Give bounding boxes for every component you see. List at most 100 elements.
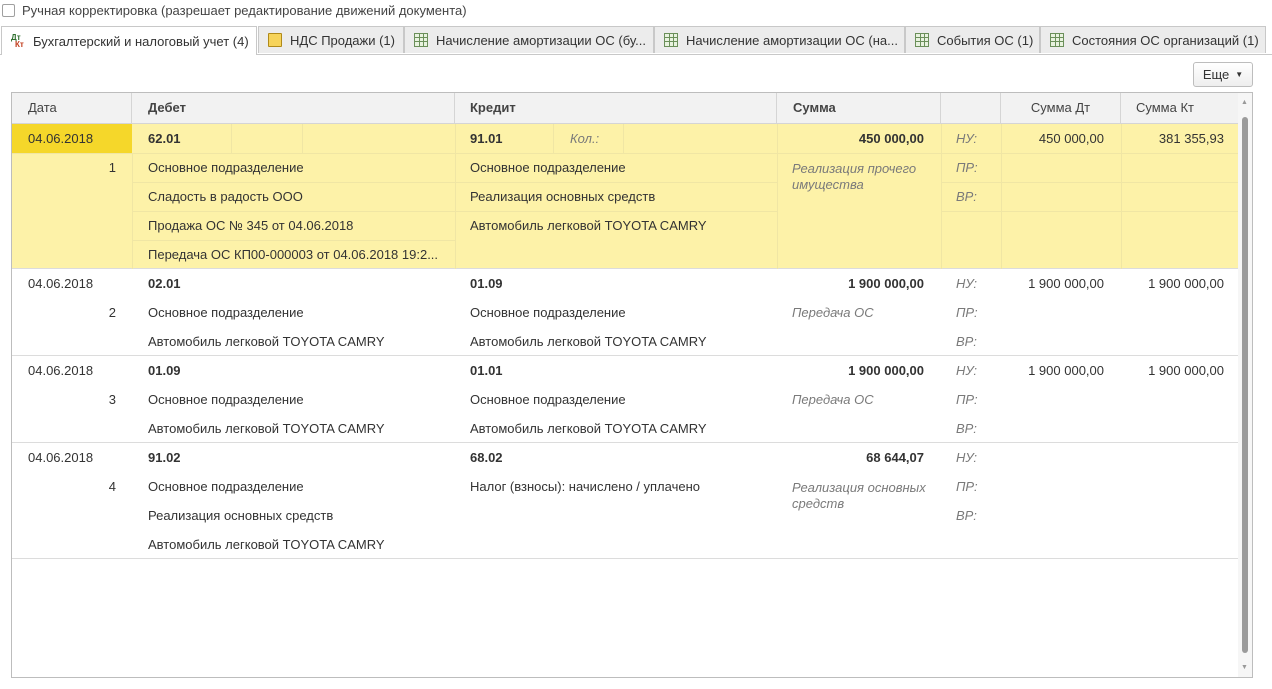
row-content[interactable]: Передача ОС bbox=[792, 385, 874, 414]
debit-subconto[interactable]: Основное подразделение bbox=[148, 472, 304, 501]
debit-account[interactable]: 02.01 bbox=[148, 269, 181, 298]
row-sum-kt[interactable] bbox=[1121, 443, 1224, 472]
debit-subconto[interactable]: Передача ОС КП00-000003 от 04.06.2018 19… bbox=[148, 240, 448, 269]
credit-subconto[interactable]: Основное подразделение bbox=[470, 385, 626, 414]
debit-subconto[interactable]: Основное подразделение bbox=[148, 298, 304, 327]
col-sum[interactable]: Сумма bbox=[777, 93, 941, 123]
debit-account[interactable]: 91.02 bbox=[148, 443, 181, 472]
manual-edit-checkbox[interactable] bbox=[2, 3, 15, 17]
tab-fa-events[interactable]: События ОС (1) bbox=[905, 26, 1040, 53]
manual-edit-label: Ручная корректировка (разрешает редактир… bbox=[22, 2, 467, 18]
tab-fa-states[interactable]: Состояния ОС организаций (1) bbox=[1040, 26, 1266, 53]
tab-label: Начисление амортизации ОС (бу... bbox=[436, 32, 646, 48]
credit-account[interactable]: 01.09 bbox=[470, 269, 503, 298]
row-content[interactable]: Реализация прочего имущества bbox=[792, 161, 932, 193]
row-sum[interactable]: 1 900 000,00 bbox=[777, 269, 924, 298]
table-header: Дата Дебет Кредит Сумма Сумма Дт Сумма К… bbox=[12, 93, 1238, 124]
debit-subconto[interactable]: Сладость в радость ООО bbox=[148, 182, 303, 211]
nu-label: НУ: bbox=[956, 131, 978, 146]
credit-account[interactable]: 01.01 bbox=[470, 356, 503, 385]
table-row[interactable]: 04.06.2018 1 62.01 Основное подразделени… bbox=[12, 124, 1238, 269]
row-sum-kt[interactable]: 1 900 000,00 bbox=[1121, 356, 1224, 385]
debit-subconto[interactable]: Реализация основных средств bbox=[148, 501, 333, 530]
col-blank[interactable] bbox=[941, 93, 1001, 123]
scroll-down-icon[interactable]: ▼ bbox=[1241, 664, 1248, 671]
row-date: 04.06.2018 bbox=[28, 363, 94, 378]
document-icon bbox=[268, 33, 282, 47]
credit-subconto[interactable]: Автомобиль легковой TOYOTA CAMRY bbox=[470, 327, 707, 356]
row-date: 04.06.2018 bbox=[12, 124, 132, 153]
manual-edit-row[interactable]: Ручная корректировка (разрешает редактир… bbox=[2, 1, 467, 19]
tab-label: Бухгалтерский и налоговый учет (4) bbox=[33, 33, 249, 49]
tab-depreciation-accounting[interactable]: Начисление амортизации ОС (бу... bbox=[404, 26, 654, 53]
credit-subconto[interactable]: Основное подразделение bbox=[470, 153, 626, 182]
row-content[interactable]: Передача ОС bbox=[792, 298, 874, 327]
credit-account[interactable]: 68.02 bbox=[470, 443, 503, 472]
row-sum-dt[interactable]: 450 000,00 bbox=[1001, 124, 1104, 153]
debit-subconto[interactable]: Продажа ОС № 345 от 04.06.2018 bbox=[148, 211, 353, 240]
vertical-scrollbar[interactable]: ▲ ▼ bbox=[1238, 93, 1252, 677]
col-debit[interactable]: Дебет bbox=[132, 93, 455, 123]
scrollbar-thumb[interactable] bbox=[1242, 117, 1248, 653]
credit-qty-label: Кол.: bbox=[570, 131, 600, 146]
row-number: 3 bbox=[108, 392, 116, 407]
vr-label: ВР: bbox=[956, 421, 977, 436]
table-row[interactable]: 04.06.2018 3 01.09 Основное подразделени… bbox=[12, 356, 1238, 443]
nu-label: НУ: bbox=[956, 363, 978, 378]
credit-account[interactable]: 91.01 bbox=[470, 124, 503, 153]
vr-label: ВР: bbox=[956, 334, 977, 349]
tab-depreciation-tax[interactable]: Начисление амортизации ОС (на... bbox=[654, 26, 905, 53]
dtkt-icon: Дт Кт bbox=[11, 33, 24, 49]
debit-account[interactable]: 01.09 bbox=[148, 356, 181, 385]
row-sum[interactable]: 68 644,07 bbox=[777, 443, 924, 472]
row-sum-dt[interactable]: 1 900 000,00 bbox=[1001, 356, 1104, 385]
pr-label: ПР: bbox=[956, 392, 978, 407]
tab-accounting[interactable]: Дт Кт Бухгалтерский и налоговый учет (4) bbox=[1, 26, 257, 55]
tab-label: НДС Продажи (1) bbox=[290, 32, 395, 48]
chevron-down-icon: ▼ bbox=[1235, 70, 1244, 79]
row-number: 4 bbox=[108, 479, 116, 494]
col-credit[interactable]: Кредит bbox=[455, 93, 777, 123]
tab-vat-sales[interactable]: НДС Продажи (1) bbox=[258, 26, 404, 53]
credit-subconto[interactable]: Основное подразделение bbox=[470, 298, 626, 327]
row-date: 04.06.2018 bbox=[28, 450, 94, 465]
vr-label: ВР: bbox=[956, 189, 977, 204]
col-date[interactable]: Дата bbox=[12, 93, 132, 123]
row-date: 04.06.2018 bbox=[28, 276, 94, 291]
register-grid-icon bbox=[915, 33, 929, 47]
row-content[interactable]: Реализация основных средств bbox=[792, 480, 932, 512]
table-row[interactable]: 04.06.2018 4 91.02 Основное подразделени… bbox=[12, 443, 1238, 559]
row-sum-dt[interactable]: 1 900 000,00 bbox=[1001, 269, 1104, 298]
row-number: 1 bbox=[108, 160, 116, 175]
nu-label: НУ: bbox=[956, 276, 978, 291]
scroll-up-icon[interactable]: ▲ bbox=[1241, 99, 1248, 106]
credit-subconto[interactable]: Реализация основных средств bbox=[470, 182, 655, 211]
credit-subconto[interactable]: Автомобиль легковой TOYOTA CAMRY bbox=[470, 211, 707, 240]
row-sum[interactable]: 450 000,00 bbox=[777, 124, 924, 153]
row-sum[interactable]: 1 900 000,00 bbox=[777, 356, 924, 385]
debit-subconto[interactable]: Автомобиль легковой TOYOTA CAMRY bbox=[148, 327, 385, 356]
debit-subconto[interactable]: Основное подразделение bbox=[148, 385, 304, 414]
debit-subconto[interactable]: Автомобиль легковой TOYOTA CAMRY bbox=[148, 530, 385, 559]
credit-subconto[interactable]: Налог (взносы): начислено / уплачено bbox=[470, 472, 700, 501]
debit-subconto[interactable]: Автомобиль легковой TOYOTA CAMRY bbox=[148, 414, 385, 443]
entries-table: Дата Дебет Кредит Сумма Сумма Дт Сумма К… bbox=[11, 92, 1253, 678]
register-grid-icon bbox=[664, 33, 678, 47]
register-grid-icon bbox=[1050, 33, 1064, 47]
vr-label: ВР: bbox=[956, 508, 977, 523]
row-sum-kt[interactable]: 1 900 000,00 bbox=[1121, 269, 1224, 298]
col-sum-kt[interactable]: Сумма Кт bbox=[1121, 93, 1238, 123]
row-number: 2 bbox=[108, 305, 116, 320]
row-sum-kt[interactable]: 381 355,93 bbox=[1121, 124, 1224, 153]
row-sum-dt[interactable] bbox=[1001, 443, 1104, 472]
pr-label: ПР: bbox=[956, 160, 978, 175]
table-row[interactable]: 04.06.2018 2 02.01 Основное подразделени… bbox=[12, 269, 1238, 356]
more-button[interactable]: Еще ▼ bbox=[1193, 62, 1253, 87]
tab-label: Состояния ОС организаций (1) bbox=[1072, 32, 1259, 48]
nu-label: НУ: bbox=[956, 450, 978, 465]
debit-account[interactable]: 62.01 bbox=[148, 124, 181, 153]
register-tabs: Дт Кт Бухгалтерский и налоговый учет (4) … bbox=[0, 26, 1272, 55]
col-sum-dt[interactable]: Сумма Дт bbox=[1001, 93, 1121, 123]
debit-subconto[interactable]: Основное подразделение bbox=[148, 153, 304, 182]
credit-subconto[interactable]: Автомобиль легковой TOYOTA CAMRY bbox=[470, 414, 707, 443]
